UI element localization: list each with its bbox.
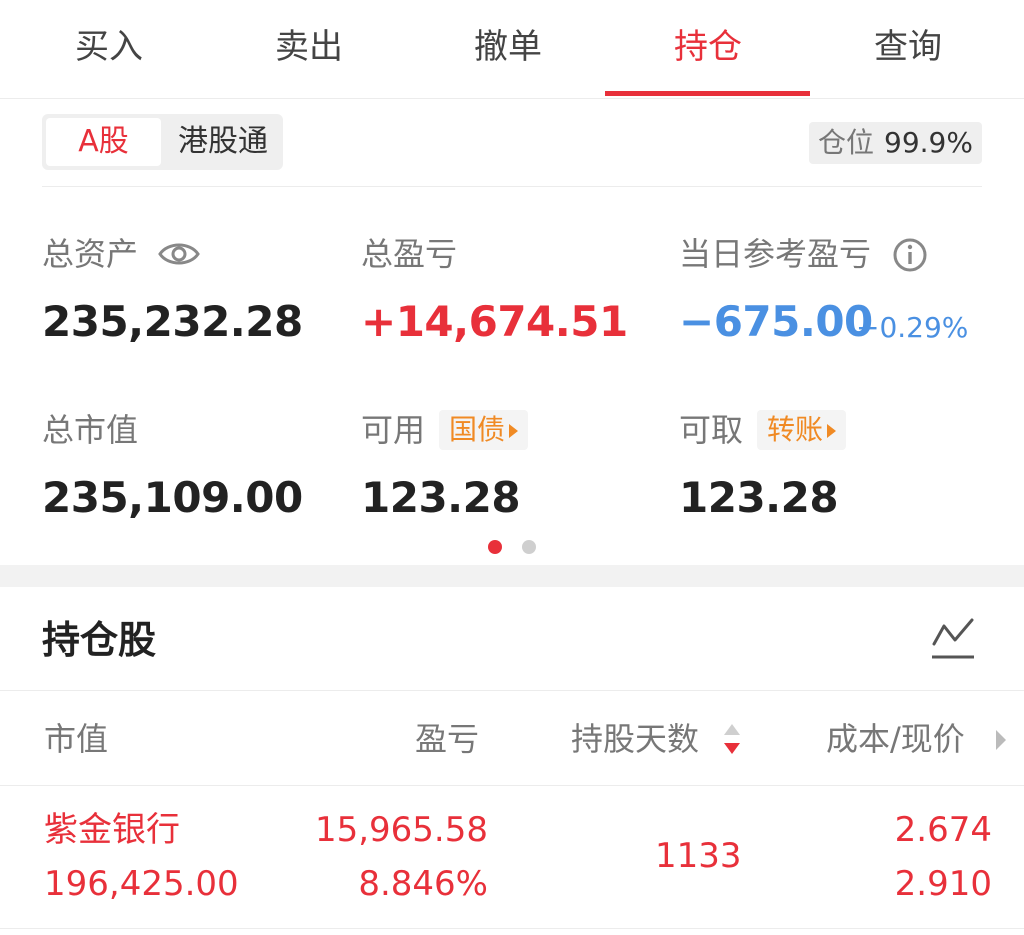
caret-right-icon bbox=[509, 424, 519, 438]
trade-tab-bar: 买入 卖出 撤单 持仓 查询 bbox=[0, 0, 1024, 99]
holding-days-label: 持股天数 bbox=[571, 720, 700, 758]
tab-positions[interactable]: 持仓 bbox=[608, 24, 808, 70]
info-icon[interactable] bbox=[892, 237, 928, 273]
total-pnl-label: 总盈亏 bbox=[361, 235, 458, 273]
treasury-bond-label: 国债 bbox=[449, 413, 506, 446]
pager-dot[interactable] bbox=[522, 540, 536, 554]
caret-right-icon[interactable] bbox=[994, 728, 1008, 752]
col-header-cost-price[interactable]: 成本/现价 bbox=[826, 716, 965, 762]
col-header-pnl[interactable]: 盈亏 bbox=[415, 716, 479, 762]
available-label: 可用 bbox=[361, 411, 426, 449]
segment-hk-connect[interactable]: 港股通 bbox=[168, 118, 278, 166]
segment-a-share[interactable]: A股 bbox=[46, 118, 161, 166]
divider bbox=[42, 186, 982, 187]
row-holding-days: 1133 bbox=[655, 836, 742, 876]
stock-name: 紫金银行 bbox=[44, 810, 180, 850]
tab-buy[interactable]: 买入 bbox=[9, 24, 209, 70]
col-header-market-value[interactable]: 市值 bbox=[44, 716, 108, 762]
treasury-bond-button[interactable]: 国债 bbox=[439, 410, 529, 450]
divider bbox=[0, 928, 1024, 929]
col-header-holding-days[interactable]: 持股天数 bbox=[571, 716, 699, 762]
withdrawable-value: 123.28 bbox=[679, 473, 839, 522]
transfer-label: 转账 bbox=[767, 413, 824, 446]
position-ratio-label: 仓位 bbox=[818, 126, 875, 159]
row-current-price: 2.910 bbox=[894, 864, 992, 904]
holdings-title: 持仓股 bbox=[42, 618, 157, 662]
available-value: 123.28 bbox=[361, 473, 521, 522]
total-assets-value: 235,232.28 bbox=[42, 297, 303, 346]
daily-pnl-label: 当日参考盈亏 bbox=[679, 235, 872, 273]
section-separator bbox=[0, 565, 1024, 587]
row-pnl-percent: 8.846% bbox=[358, 864, 488, 904]
tab-query[interactable]: 查询 bbox=[808, 24, 1008, 70]
caret-right-icon bbox=[827, 424, 837, 438]
pager-dot-active[interactable] bbox=[488, 540, 502, 554]
sort-icon[interactable] bbox=[722, 722, 742, 756]
position-ratio-badge: 仓位 99.9% bbox=[809, 122, 982, 164]
divider bbox=[0, 690, 1024, 691]
tab-sell[interactable]: 卖出 bbox=[209, 24, 409, 70]
daily-pnl-percent: −0.29% bbox=[856, 311, 969, 344]
eye-icon[interactable] bbox=[157, 238, 201, 270]
total-assets-label: 总资产 bbox=[42, 235, 139, 273]
active-tab-indicator bbox=[605, 91, 810, 96]
chart-trend-icon[interactable] bbox=[930, 616, 976, 662]
market-value-label: 总市值 bbox=[42, 411, 139, 449]
table-row[interactable]: 紫金银行 196,425.00 15,965.58 8.846% 1133 2.… bbox=[0, 786, 1024, 926]
tab-cancel-order[interactable]: 撤单 bbox=[408, 24, 608, 70]
market-value-value: 235,109.00 bbox=[42, 473, 303, 522]
market-segment-control: A股 港股通 bbox=[42, 114, 283, 170]
transfer-button[interactable]: 转账 bbox=[757, 410, 847, 450]
row-cost: 2.674 bbox=[894, 810, 992, 850]
row-market-value: 196,425.00 bbox=[44, 864, 239, 904]
withdrawable-label: 可取 bbox=[679, 411, 744, 449]
position-ratio-value: 99.9% bbox=[884, 126, 973, 159]
total-pnl-value: +14,674.51 bbox=[361, 297, 628, 346]
row-pnl: 15,965.58 bbox=[314, 810, 488, 850]
daily-pnl-value: −675.00 bbox=[679, 297, 873, 346]
